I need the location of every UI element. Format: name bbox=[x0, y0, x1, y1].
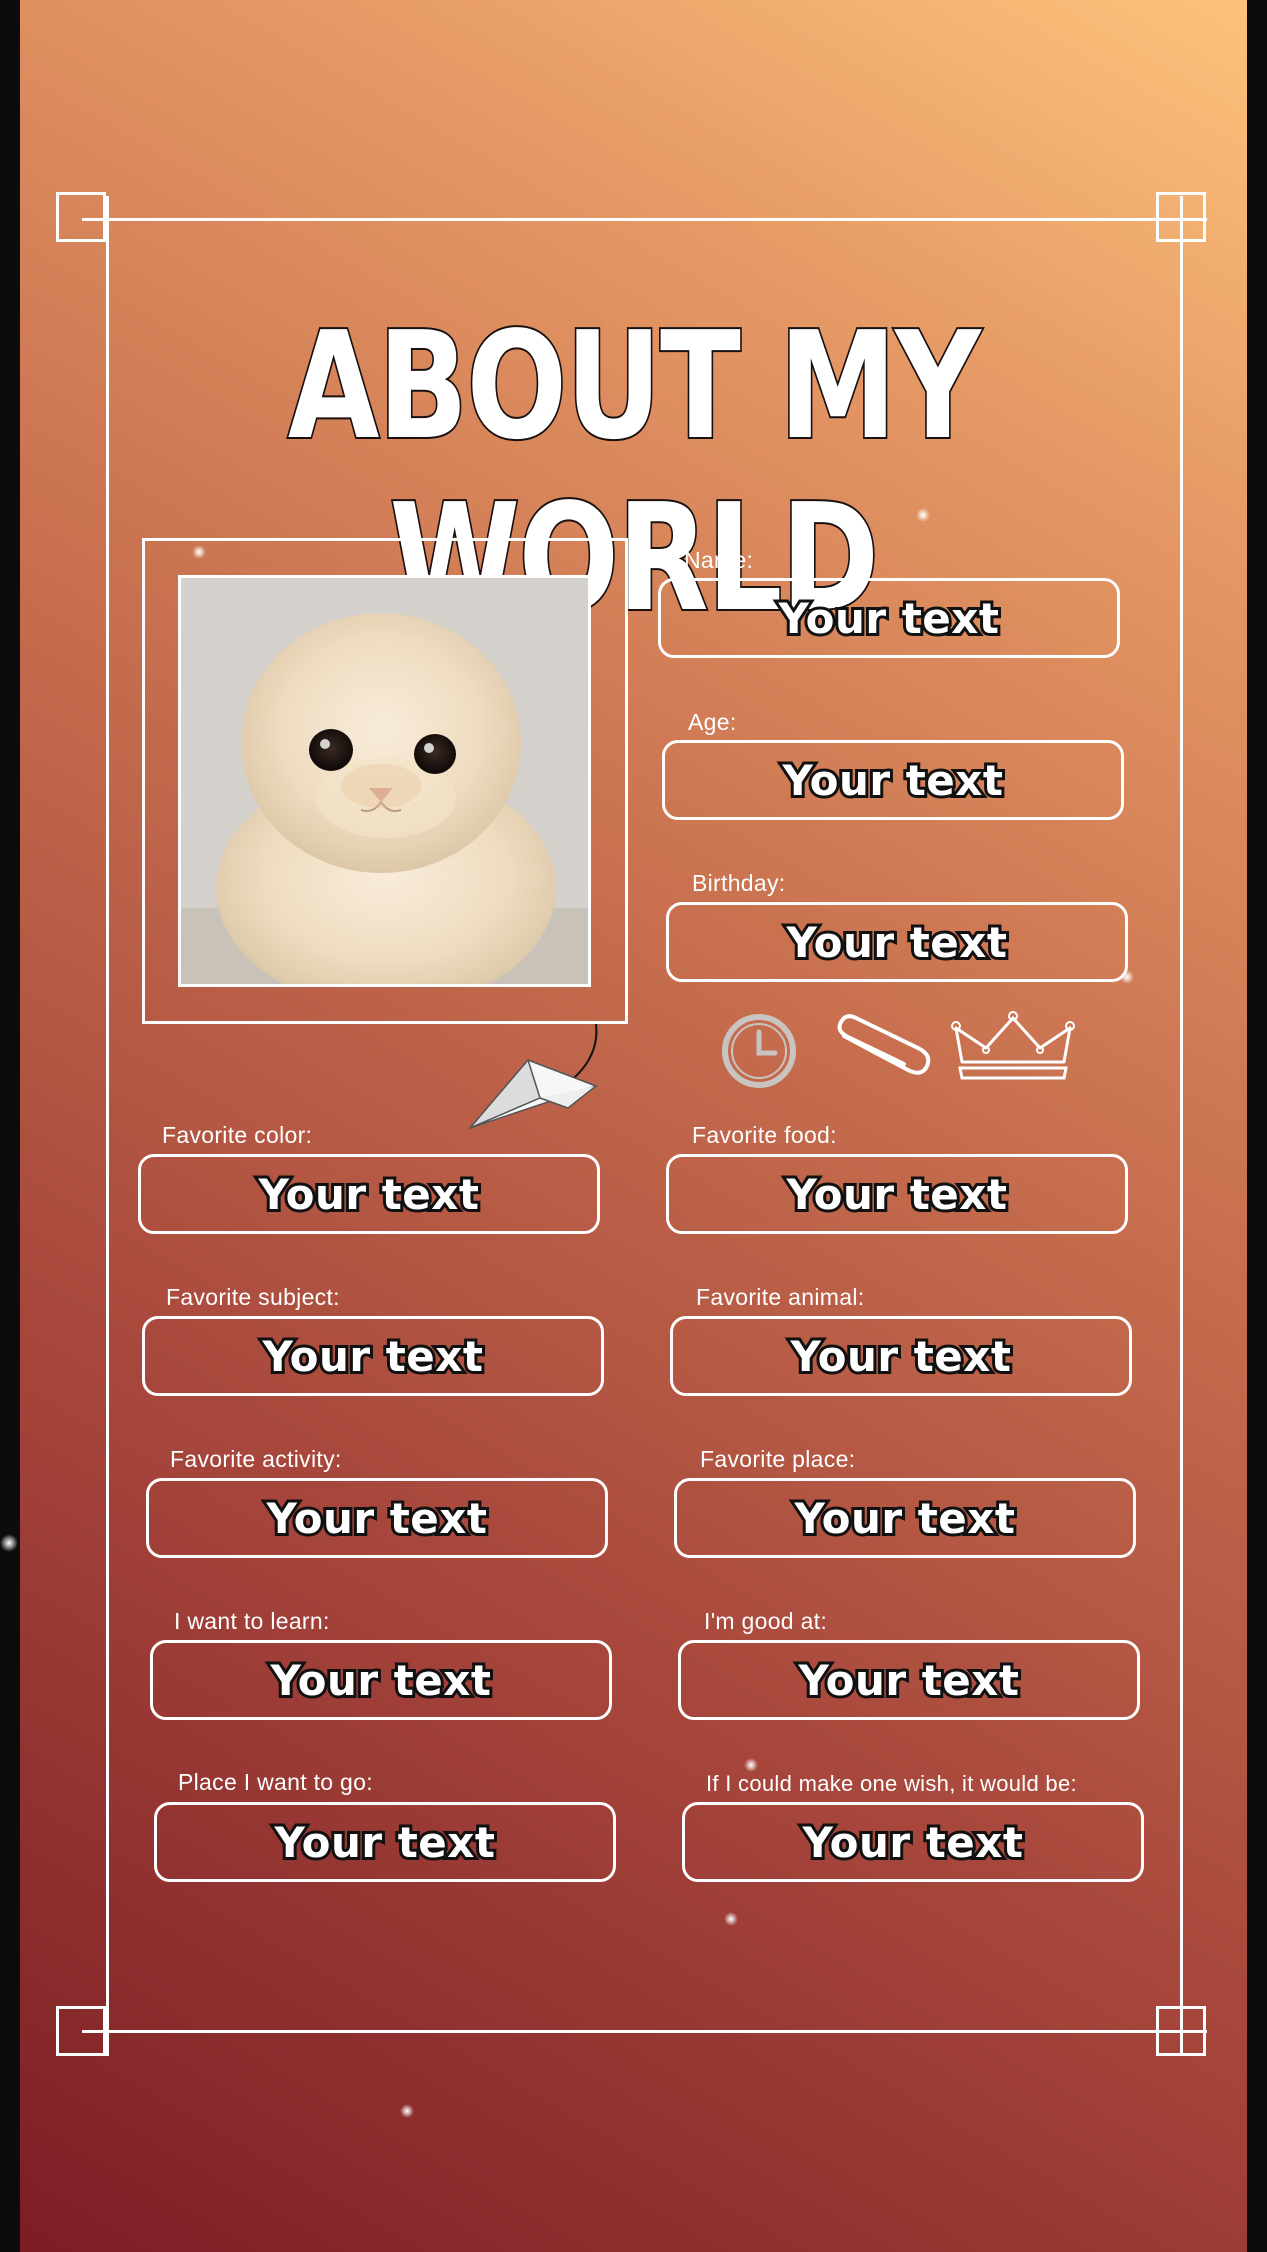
cat-photo[interactable] bbox=[178, 575, 591, 987]
favorite-place-field[interactable]: Your text bbox=[674, 1478, 1136, 1558]
birthday-field[interactable]: Your text bbox=[666, 902, 1128, 982]
frame-left-line bbox=[106, 196, 109, 2056]
favorite-food-value: Your text bbox=[784, 1167, 1010, 1222]
sparkle bbox=[1120, 970, 1134, 984]
favorite-place-label: Favorite place: bbox=[700, 1446, 856, 1472]
good-at-field[interactable]: Your text bbox=[678, 1640, 1140, 1720]
name-label: Name: bbox=[684, 547, 754, 573]
favorite-animal-field[interactable]: Your text bbox=[670, 1316, 1132, 1396]
sparkle bbox=[400, 2104, 414, 2118]
favorite-food-label: Favorite food: bbox=[692, 1122, 837, 1148]
frame-corner-bottom-left bbox=[56, 2006, 106, 2056]
name-field[interactable]: Your text bbox=[658, 578, 1120, 658]
paper-plane-icon bbox=[467, 1023, 599, 1130]
one-wish-value: Your text bbox=[800, 1815, 1026, 1870]
favorite-animal-value: Your text bbox=[788, 1329, 1014, 1384]
favorite-color-field[interactable]: Your text bbox=[138, 1154, 600, 1234]
favorite-activity-label: Favorite activity: bbox=[170, 1446, 342, 1472]
edge-sparkle bbox=[0, 1534, 18, 1552]
frame-right-line bbox=[1180, 196, 1183, 2056]
favorite-subject-label: Favorite subject: bbox=[166, 1284, 340, 1310]
sparkle bbox=[744, 1758, 758, 1772]
favorite-subject-field[interactable]: Your text bbox=[142, 1316, 604, 1396]
birthday-value: Your text bbox=[784, 915, 1010, 970]
sparkle bbox=[724, 1912, 738, 1926]
name-value: Your text bbox=[776, 591, 1002, 646]
cat-illustration bbox=[181, 578, 588, 984]
place-want-to-go-label: Place I want to go: bbox=[178, 1769, 373, 1795]
sparkle bbox=[916, 508, 930, 522]
favorite-activity-value: Your text bbox=[264, 1491, 490, 1546]
favorite-color-value: Your text bbox=[256, 1167, 482, 1222]
one-wish-label: If I could make one wish, it would be: bbox=[706, 1771, 1077, 1796]
favorite-place-value: Your text bbox=[792, 1491, 1018, 1546]
want-to-learn-field[interactable]: Your text bbox=[150, 1640, 612, 1720]
good-at-value: Your text bbox=[796, 1653, 1022, 1708]
favorite-activity-field[interactable]: Your text bbox=[146, 1478, 608, 1558]
place-want-to-go-field[interactable]: Your text bbox=[154, 1802, 616, 1882]
favorite-subject-value: Your text bbox=[260, 1329, 486, 1384]
favorite-food-field[interactable]: Your text bbox=[666, 1154, 1128, 1234]
one-wish-field[interactable]: Your text bbox=[682, 1802, 1144, 1882]
frame-bottom-line bbox=[82, 2030, 1207, 2033]
age-field[interactable]: Your text bbox=[662, 740, 1124, 820]
frame-corner-bottom-right bbox=[1156, 2006, 1206, 2056]
frame-top-line bbox=[82, 218, 1207, 221]
birthday-label: Birthday: bbox=[692, 870, 786, 896]
want-to-learn-label: I want to learn: bbox=[174, 1608, 330, 1634]
about-my-world-card: ABOUT MY WORLD Name: Your text Age: Your… bbox=[20, 0, 1247, 2252]
clock-icon bbox=[722, 1014, 796, 1088]
frame-corner-top-left bbox=[56, 192, 106, 242]
sparkle bbox=[192, 545, 206, 559]
want-to-learn-value: Your text bbox=[268, 1653, 494, 1708]
frame-corner-top-right bbox=[1156, 192, 1206, 242]
favorite-color-label: Favorite color: bbox=[162, 1122, 313, 1148]
paperclip-icon bbox=[837, 1014, 931, 1075]
favorite-animal-label: Favorite animal: bbox=[696, 1284, 865, 1310]
good-at-label: I'm good at: bbox=[704, 1608, 828, 1634]
crown-icon bbox=[951, 1011, 1075, 1080]
age-label: Age: bbox=[688, 709, 737, 735]
age-value: Your text bbox=[780, 753, 1006, 808]
place-want-to-go-value: Your text bbox=[272, 1815, 498, 1870]
